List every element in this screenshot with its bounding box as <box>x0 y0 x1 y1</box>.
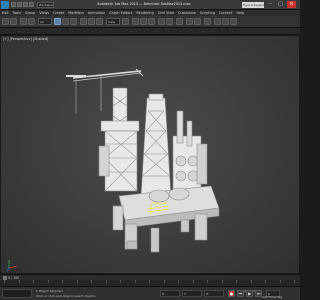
curve-editor-button[interactable] <box>186 18 193 25</box>
timeline-tick <box>178 280 179 283</box>
status-bar: 1 Object Selected Click or click-and-dra… <box>0 286 300 300</box>
status-selection-text: 1 Object Selected <box>36 289 63 293</box>
maximize-button[interactable]: □ <box>276 1 285 8</box>
rendered-frame-window-button[interactable] <box>222 18 229 25</box>
status-prompt-text: Click or click-and-drag to select object… <box>36 294 96 298</box>
timeline-tick <box>47 280 49 283</box>
perspective-viewport[interactable]: [+] [Perspective] [Shaded] Bohrinsel <box>0 35 300 274</box>
add-time-tag-button[interactable]: Add Time Tag <box>262 295 282 299</box>
region-select-button[interactable] <box>70 18 77 25</box>
reference-coordinate-dropdown[interactable]: View <box>106 18 120 25</box>
derrick <box>140 97 172 197</box>
undo-button[interactable] <box>2 18 9 25</box>
schematic-view-button[interactable] <box>194 18 201 25</box>
timeline-tick <box>279 280 281 283</box>
view-axis-tripod-icon <box>6 260 18 272</box>
undo-icon[interactable] <box>29 2 34 7</box>
percent-snap-button[interactable] <box>148 18 155 25</box>
open-file-icon[interactable] <box>17 2 22 7</box>
y-coordinate-field[interactable]: Y: <box>182 290 202 297</box>
move-button[interactable] <box>80 18 87 25</box>
scale-button[interactable] <box>96 18 103 25</box>
drilling-rig-model[interactable]: Bohrinsel <box>1 36 299 273</box>
play-button[interactable]: ▶ <box>246 290 253 297</box>
selection-label: Bohrinsel <box>153 201 167 205</box>
render-setup-button[interactable] <box>214 18 221 25</box>
title-bar: Workspace: Default Autodesk 3ds Max 2015… <box>0 0 300 10</box>
ribbon-strip[interactable] <box>0 28 300 35</box>
select-object-button[interactable] <box>54 18 61 25</box>
go-to-end-button[interactable]: ⏭ <box>255 290 262 297</box>
app-logo-icon[interactable] <box>1 1 9 9</box>
close-button[interactable]: × <box>287 1 296 8</box>
timeline-tick <box>33 280 34 283</box>
redo-button[interactable] <box>10 18 17 25</box>
go-to-start-button[interactable]: ⏮ <box>237 290 244 297</box>
auto-key-button[interactable]: ● <box>228 290 235 297</box>
align-button[interactable] <box>166 18 173 25</box>
timeline-tick <box>105 280 107 283</box>
z-coordinate-field[interactable]: Z: <box>204 290 224 297</box>
timeline-tick <box>18 280 20 283</box>
timeline-tick <box>149 280 150 283</box>
search-input[interactable]: Type a keyword <box>242 2 264 8</box>
timeline-tick <box>192 280 194 283</box>
timeline-tick <box>236 280 237 283</box>
timeline-tick <box>134 280 136 283</box>
timeline-tick <box>4 280 5 283</box>
timeline-tick <box>62 280 63 283</box>
unlink-button[interactable] <box>28 18 35 25</box>
timeline-tick <box>221 280 223 283</box>
new-file-icon[interactable] <box>11 2 16 7</box>
minimize-button[interactable]: – <box>266 1 275 8</box>
pivot-center-button[interactable] <box>122 18 129 25</box>
snap-toggle-button[interactable] <box>132 18 139 25</box>
x-coordinate-field[interactable]: X: <box>160 290 180 297</box>
timeline-tick <box>163 280 165 283</box>
layer-manager-button[interactable] <box>176 18 183 25</box>
timeline-tick <box>207 280 208 283</box>
render-production-button[interactable] <box>230 18 237 25</box>
main-toolbar: All View <box>0 16 300 28</box>
mirror-button[interactable] <box>158 18 165 25</box>
window-title: Autodesk 3ds Max 2015 — Bohrinsel 3dsMax… <box>97 2 191 6</box>
save-file-icon[interactable] <box>23 2 28 7</box>
maxscript-listener-input[interactable] <box>2 289 32 298</box>
timeline-tick <box>76 280 78 283</box>
timeline-tick <box>294 280 295 283</box>
timeline-tick <box>265 280 266 283</box>
selection-filter-dropdown[interactable]: All <box>38 18 52 25</box>
material-editor-button[interactable] <box>204 18 211 25</box>
timeline-tick <box>250 280 252 283</box>
select-by-name-button[interactable] <box>62 18 69 25</box>
rotate-button[interactable] <box>88 18 95 25</box>
timeline-tick <box>91 280 92 283</box>
timeline-tick <box>120 280 121 283</box>
workspace-select[interactable]: Workspace: Default <box>37 2 54 8</box>
link-button[interactable] <box>20 18 27 25</box>
angle-snap-button[interactable] <box>140 18 147 25</box>
